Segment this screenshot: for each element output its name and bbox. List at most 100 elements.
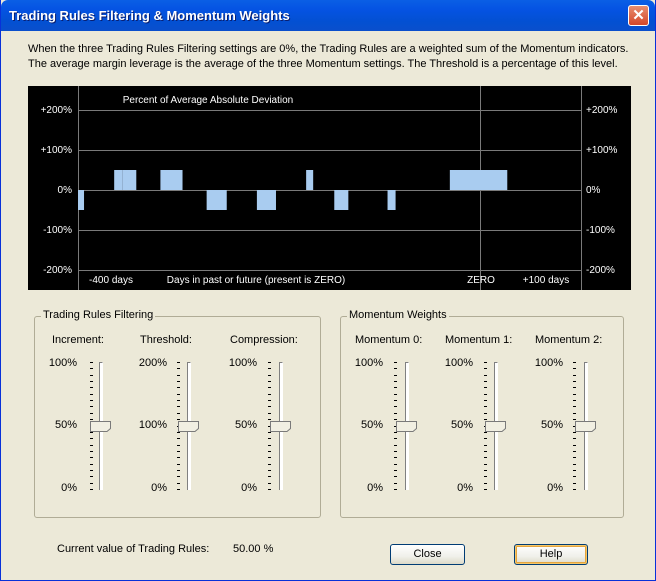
slider-tick [394,451,397,452]
y-tick-label-left: +100% [41,145,73,156]
slider-tick [268,394,271,395]
chart-xlabel: Days in past or future (present is ZERO) [167,275,345,286]
slider-tick [90,445,93,446]
slider-tick [268,400,271,401]
threshold-slider-thumb[interactable] [178,421,199,432]
increment-mid-label: 50% [54,419,77,431]
y-tick-label-right: -100% [586,225,615,236]
momentum-2-mid-label: 50% [540,419,563,431]
slider-tick [268,476,271,477]
slider-tick [484,368,487,369]
slider-tick [573,470,576,471]
slider-tick [484,413,487,414]
x-tick-label: +100 days [523,275,569,286]
close-button[interactable]: Close [390,544,465,565]
slider-tick [573,489,576,490]
momentum-0-min-label: 0% [367,482,383,494]
slider-tick [90,451,93,452]
slider-tick [177,406,180,407]
slider-tick [177,400,180,401]
chart-bar [480,170,508,190]
slider-tick [90,362,93,363]
slider-tick [90,438,93,439]
slider-tick [268,413,271,414]
window-title: Trading Rules Filtering & Momentum Weigh… [9,8,290,23]
slider-tick [268,387,271,388]
slider-tick [268,483,271,484]
description-line-2: The average margin leverage is the avera… [28,58,618,70]
slider-tick [177,432,180,433]
threshold-min-label: 0% [151,482,167,494]
momentum-2-slider-thumb[interactable] [575,421,596,432]
y-tick-label-right: +100% [586,145,618,156]
chart-bar [114,170,123,190]
momentum-group-label: Momentum Weights [347,309,449,321]
chart-bar [334,190,349,210]
chart-bar [206,190,227,210]
increment-label: Increment: [52,334,104,346]
slider-tick [90,419,93,420]
slider-tick [177,387,180,388]
slider-tick [394,362,397,363]
y-tick-label-left: -100% [43,225,72,236]
momentum-1-mid-label: 50% [450,419,473,431]
x-tick-label: -400 days [89,275,133,286]
slider-tick [177,419,180,420]
increment-slider-thumb[interactable] [90,421,111,432]
slider-tick [394,470,397,471]
slider-tick [394,489,397,490]
slider-tick [573,381,576,382]
chart-bar [306,170,314,190]
help-button[interactable]: Help [514,544,588,565]
title-bar[interactable]: Trading Rules Filtering & Momentum Weigh… [1,0,655,31]
slider-tick [90,483,93,484]
slider-tick [177,381,180,382]
slider-tick [268,375,271,376]
chart-title: Percent of Average Absolute Deviation [123,95,293,106]
slider-tick [90,400,93,401]
slider-tick [484,406,487,407]
slider-tick [573,394,576,395]
increment-max-label: 100% [48,357,77,369]
slider-tick [268,451,271,452]
compression-min-label: 0% [241,482,257,494]
slider-tick [90,432,93,433]
slider-tick [90,464,93,465]
slider-tick [394,483,397,484]
slider-tick [394,457,397,458]
slider-tick [484,470,487,471]
slider-tick [394,432,397,433]
slider-tick [268,381,271,382]
slider-tick [573,419,576,420]
close-icon[interactable]: ✕ [628,5,649,26]
slider-tick [573,476,576,477]
slider-tick [268,457,271,458]
slider-tick [573,368,576,369]
slider-tick [573,413,576,414]
momentum-1-slider-thumb[interactable] [485,421,506,432]
slider-tick [90,375,93,376]
momentum-0-max-label: 100% [354,357,383,369]
momentum-2-max-label: 100% [534,357,563,369]
slider-tick [573,451,576,452]
slider-tick [573,438,576,439]
momentum-0-slider-thumb[interactable] [396,421,417,432]
y-tick-label-left: -200% [43,265,72,276]
deviation-chart: Percent of Average Absolute Deviation Da… [28,86,631,290]
slider-tick [573,362,576,363]
y-tick-label-left: 0% [58,185,73,196]
slider-tick [394,419,397,420]
slider-tick [484,381,487,382]
slider-tick [484,375,487,376]
slider-tick [268,489,271,490]
slider-tick [90,406,93,407]
slider-tick [484,394,487,395]
slider-tick [573,445,576,446]
slider-tick [177,476,180,477]
slider-tick [484,438,487,439]
threshold-label: Threshold: [140,334,192,346]
dialog-window: Trading Rules Filtering & Momentum Weigh… [0,0,656,581]
chart-bar [78,190,85,210]
slider-tick [268,362,271,363]
compression-slider-thumb[interactable] [270,421,291,432]
